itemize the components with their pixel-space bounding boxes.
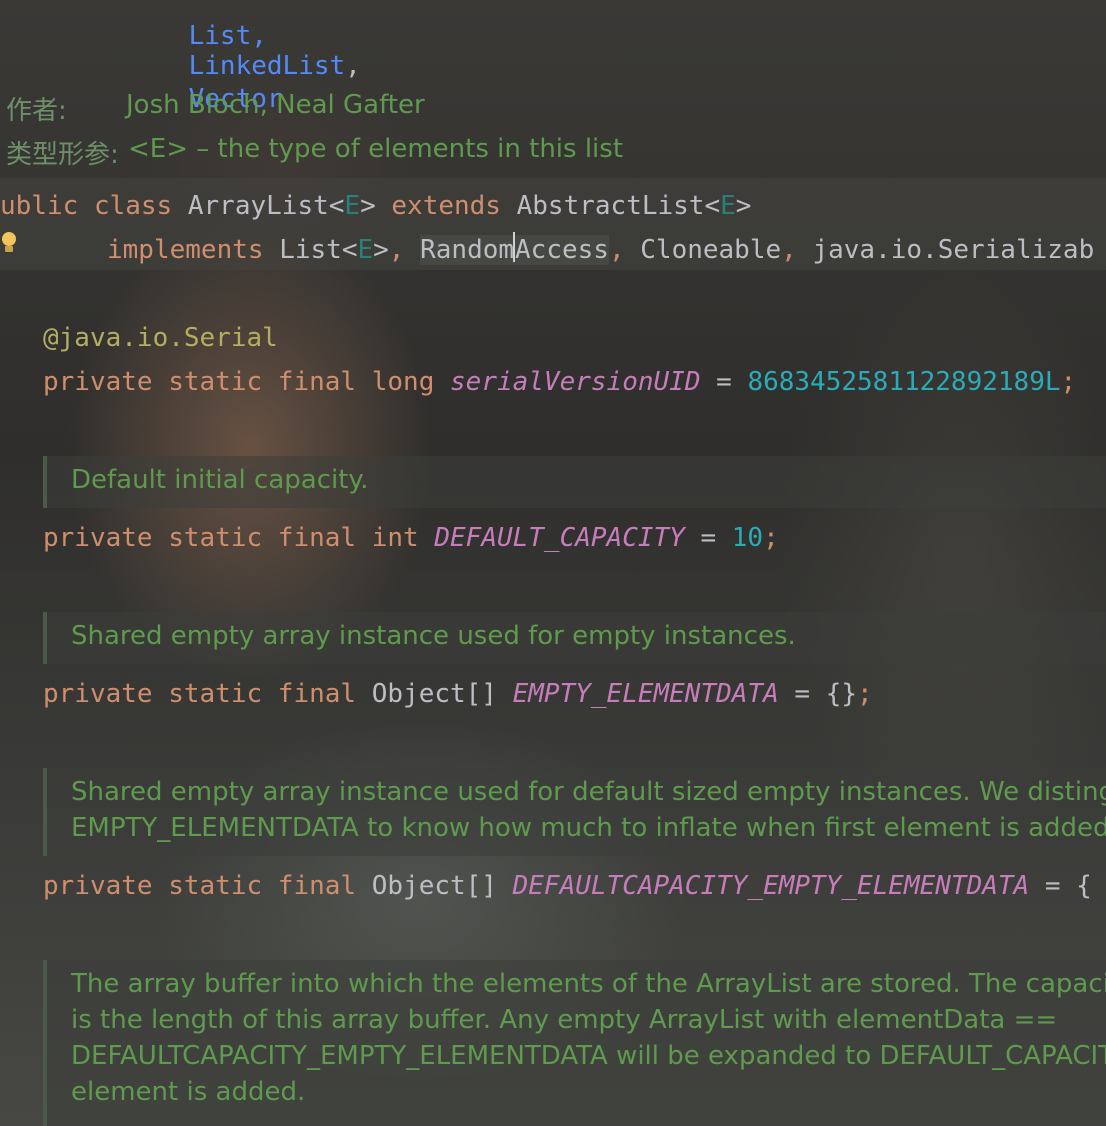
typeparam-label: 类型形参:: [6, 140, 119, 170]
annotation-serial: @java.io.Serial: [43, 323, 278, 353]
doc-block-defaultcapacity-empty: Shared empty array instance used for def…: [43, 768, 1106, 856]
superclass-name[interactable]: AbstractList: [517, 191, 705, 221]
field-serialversionuid[interactable]: private static final long serialVersionU…: [43, 364, 1076, 400]
class-declaration-line[interactable]: ublic class ArrayList<E> extends Abstrac…: [0, 188, 751, 224]
doc-block-elementdata: The array buffer into which the elements…: [43, 960, 1106, 1126]
identifier-under-caret[interactable]: RandomAccess: [420, 232, 609, 265]
doc-block-default-capacity: Default initial capacity.: [43, 456, 1106, 508]
code-editor[interactable]: List, LinkedList, Vector 作者: Josh Bloch,…: [0, 0, 1106, 1126]
lightbulb-icon[interactable]: [0, 232, 18, 254]
typeparam-value: <E> – the type of elements in this list: [128, 134, 624, 164]
implements-line[interactable]: implements List<E>, RandomAccess, Clonea…: [107, 232, 1094, 268]
field-defaultcapacity-empty-elementdata[interactable]: private static final Object[] DEFAULTCAP…: [43, 868, 1092, 904]
doc-block-empty-elementdata: Shared empty array instance used for emp…: [43, 612, 1106, 664]
field-empty-elementdata[interactable]: private static final Object[] EMPTY_ELEM…: [43, 676, 873, 712]
author-label: 作者:: [6, 96, 67, 126]
field-default-capacity[interactable]: private static final int DEFAULT_CAPACIT…: [43, 520, 779, 556]
class-name[interactable]: ArrayList: [188, 191, 329, 221]
author-value: Josh Bloch, Neal Gafter: [126, 90, 425, 120]
